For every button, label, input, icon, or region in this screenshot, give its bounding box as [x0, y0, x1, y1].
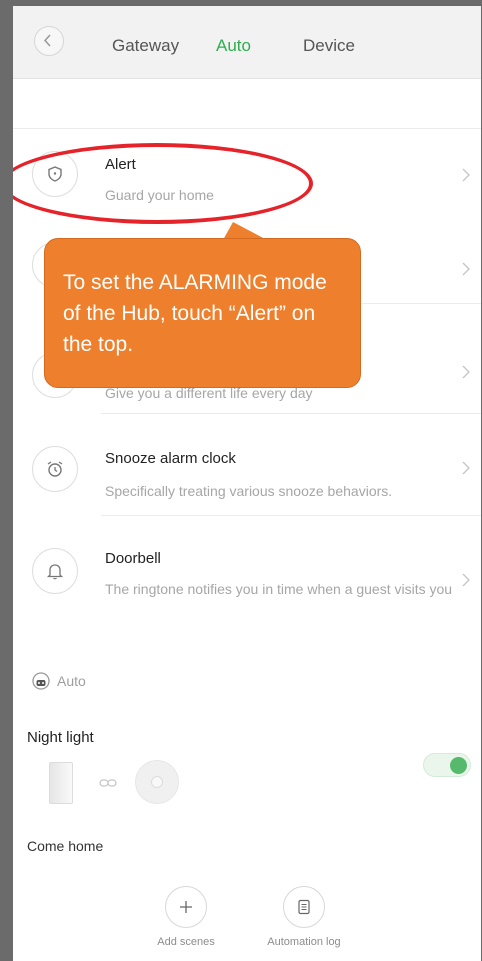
document-icon [298, 899, 310, 915]
scene-title: Snooze alarm clock [105, 450, 236, 467]
alarm-clock-icon [47, 461, 63, 477]
scene-row-snooze-alarm-clock[interactable]: Snooze alarm clock Specifically treating… [13, 414, 481, 516]
toggle-knob [450, 757, 467, 774]
tab-gateway[interactable]: Gateway [112, 36, 179, 56]
bell-icon [46, 564, 64, 580]
scene-subtitle: The ringtone notifies you in time when a… [105, 581, 453, 597]
sensor-device-image [49, 762, 73, 804]
automation-log-label: Automation log [267, 936, 341, 948]
automation-title: Night light [27, 729, 94, 746]
scene-icon-circle [32, 446, 78, 492]
tab-device[interactable]: Device [303, 36, 355, 56]
auto-robot-icon [32, 672, 50, 690]
scene-icon-circle [32, 548, 78, 594]
gateway-device-image [135, 760, 179, 804]
automation-log-button[interactable] [283, 886, 325, 928]
link-icon [99, 779, 117, 787]
automation-row-night-light[interactable]: Night light [13, 714, 481, 818]
section-label-auto: Auto [57, 673, 86, 689]
highlight-ellipse [13, 143, 313, 224]
phone-screen: Gateway Auto Device Alert Guard your hom… [13, 6, 481, 961]
scene-row-doorbell[interactable]: Doorbell The ringtone notifies you in ti… [13, 516, 481, 628]
chevron-right-icon [462, 168, 470, 182]
night-light-toggle[interactable] [423, 753, 471, 777]
add-scenes-label: Add scenes [157, 936, 215, 948]
automation-title-come-home[interactable]: Come home [27, 838, 103, 854]
plus-icon [180, 901, 192, 913]
top-navigation-bar: Gateway Auto Device [13, 6, 481, 79]
scene-subtitle: Specifically treating various snooze beh… [105, 483, 393, 499]
chevron-left-icon [43, 34, 51, 47]
chevron-right-icon [462, 461, 470, 475]
back-button[interactable] [34, 26, 64, 56]
tutorial-callout: To set the ALARMING mode of the Hub, tou… [44, 238, 361, 388]
chevron-right-icon [462, 573, 470, 587]
add-scenes-button[interactable] [165, 886, 207, 928]
chevron-right-icon [462, 262, 470, 276]
scene-title: Doorbell [105, 550, 161, 567]
chevron-right-icon [462, 365, 470, 379]
tab-auto[interactable]: Auto [216, 36, 251, 56]
